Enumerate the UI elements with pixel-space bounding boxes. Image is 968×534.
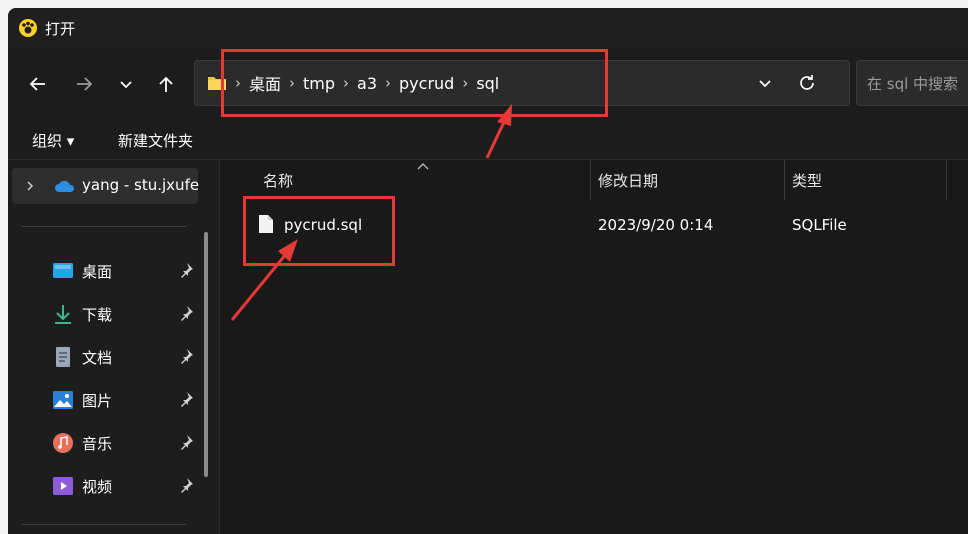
sidebar-item-label: 桌面 — [82, 263, 113, 281]
cloud-icon — [55, 180, 75, 192]
sidebar-item-music[interactable]: 音乐 — [52, 428, 202, 458]
arrow-right-icon — [77, 77, 93, 91]
column-separator[interactable] — [784, 160, 785, 200]
sidebar-divider — [22, 226, 186, 227]
pin-icon[interactable] — [178, 348, 194, 364]
chevron-down-icon — [120, 81, 132, 89]
music-icon — [53, 433, 73, 453]
pin-icon[interactable] — [178, 305, 194, 321]
command-bar: 组织 ▾ 新建文件夹 — [8, 118, 968, 160]
sidebar-item-label: yang - stu.jxufe — [82, 176, 200, 194]
video-icon — [53, 477, 73, 495]
sidebar-item-label: 图片 — [82, 392, 113, 410]
sidebar-item-downloads[interactable]: 下载 — [52, 299, 202, 329]
annotation-highlight-address — [221, 49, 608, 117]
column-separator[interactable] — [590, 160, 591, 200]
pin-icon[interactable] — [178, 262, 194, 278]
refresh-icon[interactable] — [795, 71, 819, 95]
window-title: 打开 — [45, 20, 76, 38]
sidebar-divider — [22, 524, 186, 525]
arrow-up-icon — [159, 76, 173, 92]
pin-icon[interactable] — [178, 434, 194, 450]
back-button[interactable] — [22, 68, 54, 100]
column-header-name[interactable]: 名称 — [263, 160, 293, 200]
new-folder-button[interactable]: 新建文件夹 — [118, 130, 193, 151]
document-icon — [56, 347, 70, 367]
arrow-left-icon — [29, 77, 45, 91]
sidebar-item-label: 下载 — [82, 306, 113, 324]
sidebar-item-label: 文档 — [82, 349, 113, 367]
file-type: SQLFile — [792, 216, 847, 234]
desktop-icon — [53, 263, 73, 278]
picture-icon — [53, 391, 73, 409]
column-separator[interactable] — [946, 160, 947, 200]
sidebar-item-onedrive[interactable]: yang - stu.jxufe — [12, 168, 200, 204]
sidebar-item-pictures[interactable]: 图片 — [52, 385, 202, 415]
sidebar-item-desktop[interactable]: 桌面 — [52, 256, 202, 286]
file-date-modified: 2023/9/20 0:14 — [598, 216, 714, 234]
pawprint-icon — [19, 19, 37, 37]
column-header-type[interactable]: 类型 — [792, 160, 822, 200]
forward-button[interactable] — [68, 68, 100, 100]
pin-icon[interactable] — [178, 391, 194, 407]
sidebar-item-documents[interactable]: 文档 — [52, 342, 202, 372]
sidebar-item-videos[interactable]: 视频 — [52, 471, 202, 501]
pin-icon[interactable] — [178, 477, 194, 493]
address-history-chevron-icon[interactable] — [755, 73, 775, 93]
sidebar-item-label: 音乐 — [82, 435, 113, 453]
navigation-pane: yang - stu.jxufe 桌面 下载 文档 图片 音乐 视频 — [8, 160, 220, 534]
title-bar: 打开 — [8, 8, 968, 48]
sort-ascending-icon — [417, 163, 429, 170]
sidebar-item-label: 视频 — [82, 478, 113, 496]
search-input[interactable]: 在 sql 中搜索 — [856, 60, 968, 106]
recent-locations-button[interactable] — [110, 68, 142, 100]
column-header-date-modified[interactable]: 修改日期 — [598, 160, 658, 200]
up-button[interactable] — [150, 68, 182, 100]
download-icon — [55, 305, 71, 324]
annotation-highlight-file — [243, 196, 395, 266]
organize-button[interactable]: 组织 ▾ — [32, 130, 74, 151]
sidebar-scrollbar[interactable] — [204, 232, 208, 477]
chevron-right-icon[interactable] — [24, 180, 36, 192]
